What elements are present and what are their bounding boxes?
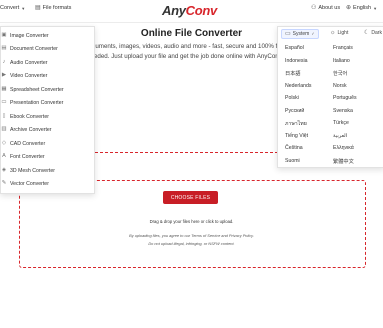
user-icon: ⚇ [311,5,317,11]
menu-item-label: Archive Converter [10,127,52,133]
menu-item-label: 3D Mesh Converter [10,167,55,174]
drag-drop-text: Drag & drop your files here or click to … [149,219,234,224]
menu-item-label: Vector Converter [10,181,49,187]
menu-item-label: Document Converter [10,46,58,52]
mesh-icon: ◈ [1,166,7,173]
language-option[interactable]: Tiếng Việt [285,133,308,139]
convert-menu-button[interactable]: Convert ▼ [0,5,25,11]
language-option[interactable]: Indonesia [285,58,308,64]
menu-item-3d-mesh-converter[interactable]: ◈ 3D Mesh Converter [1,164,94,177]
language-selector[interactable]: ⊕ English ▼ [346,5,377,11]
language-option[interactable]: 日本語 [285,70,301,77]
menu-item-audio-converter[interactable]: ♪ Audio Converter [1,56,94,69]
logo-text-right: Conv [185,3,218,18]
menu-item-archive-converter[interactable]: ▥ Archive Converter [1,124,94,137]
language-option[interactable]: Türkçe [333,120,349,126]
language-label: English [353,5,372,11]
video-icon: ▶ [1,72,7,79]
ebook-icon: ▯ [2,112,6,119]
archive-icon: ▥ [1,126,7,133]
vector-icon: ✎ [1,180,7,187]
image-icon: ▣ [1,31,7,38]
theme-light-button[interactable]: ☼ Light [327,29,351,37]
theme-switcher: ▭ System ✓ ☼ Light ☾ Dark [278,27,383,40]
check-icon: ✓ [311,31,315,36]
menu-item-image-converter[interactable]: ▣ Image Converter [1,29,94,42]
menu-item-label: Spreadsheet Converter [10,86,64,93]
terms-text: By uploading files, you agree to our Ter… [129,233,254,238]
moon-icon: ☾ [364,30,370,36]
language-option[interactable]: Русский [285,108,304,114]
about-label: About us [318,5,341,11]
language-option[interactable]: ภาษาไทย [285,120,307,128]
choose-files-button[interactable]: CHOOSE FILES [163,191,218,204]
language-option[interactable]: Nederlands [285,83,312,89]
language-option[interactable]: Čeština [285,145,303,151]
language-option[interactable]: Español [285,45,304,51]
document-icon: ▤ [1,45,7,52]
menu-item-font-converter[interactable]: A Font Converter [1,151,94,164]
font-icon: A [2,153,6,160]
illegal-content-text: Do not upload illegal, infringing, or NS… [148,241,235,246]
language-option[interactable]: 繁體中文 [333,158,354,165]
convert-dropdown-menu: ▣ Image Converter ▤ Document Converter ♪… [0,26,95,194]
file-icon: ▤ [35,5,41,11]
menu-item-label: Ebook Converter [10,113,49,120]
presentation-icon: ▭ [1,99,7,106]
menu-item-spreadsheet-converter[interactable]: ▦ Spreadsheet Converter [1,83,94,96]
theme-system-button[interactable]: ▭ System ✓ [281,29,319,39]
chevron-down-icon: ▼ [21,5,26,11]
theme-dark-button[interactable]: ☾ Dark [361,29,383,37]
language-option[interactable]: Polski [285,95,299,101]
language-option[interactable]: Italiano [333,58,350,64]
language-option[interactable]: Ελληνικά [333,145,354,151]
spreadsheet-icon: ▦ [1,85,7,92]
monitor-icon: ▭ [285,31,291,37]
language-dropdown-menu: ▭ System ✓ ☼ Light ☾ Dark Español Indone… [277,26,383,168]
menu-item-cad-converter[interactable]: ◇ CAD Converter [1,137,94,150]
language-option[interactable]: 한국어 [333,70,347,77]
chevron-down-icon: ▼ [373,5,378,11]
menu-item-label: Video Converter [10,73,48,79]
file-formats-label: File formats [42,5,72,11]
theme-system-label: System [292,31,310,37]
language-option[interactable]: Svenska [333,108,353,114]
top-navigation-bar: Convert ▼ ▤ File formats AnyConv ⚇ About… [0,0,383,23]
anyconv-logo[interactable]: AnyConv [162,3,217,18]
language-option[interactable]: Norsk [333,83,347,89]
file-formats-link[interactable]: ▤ File formats [35,5,71,11]
language-option[interactable]: Français [333,45,353,51]
menu-item-video-converter[interactable]: ▶ Video Converter [1,70,94,83]
cad-icon: ◇ [1,139,7,146]
about-us-link[interactable]: ⚇ About us [311,5,340,11]
menu-item-presentation-converter[interactable]: ▭ Presentation Converter [1,97,94,110]
theme-dark-label: Dark [371,30,382,36]
language-option[interactable]: Suomi [285,158,300,164]
audio-icon: ♪ [2,58,6,65]
menu-item-vector-converter[interactable]: ✎ Vector Converter [1,178,94,191]
menu-item-document-converter[interactable]: ▤ Document Converter [1,43,94,56]
menu-item-label: Image Converter [10,32,49,39]
language-option[interactable]: Português [333,95,357,101]
sun-icon: ☼ [330,30,336,36]
menu-item-label: Audio Converter [10,59,48,66]
menu-item-label: Font Converter [10,154,45,160]
convert-label: Convert [0,5,20,11]
language-option[interactable]: العربية [333,133,347,139]
theme-light-label: Light [337,30,349,36]
logo-text-left: Any [162,3,186,18]
menu-item-label: CAD Converter [10,140,46,147]
menu-item-ebook-converter[interactable]: ▯ Ebook Converter [1,110,94,123]
globe-icon: ⊕ [346,5,352,11]
menu-item-label: Presentation Converter [10,100,64,106]
